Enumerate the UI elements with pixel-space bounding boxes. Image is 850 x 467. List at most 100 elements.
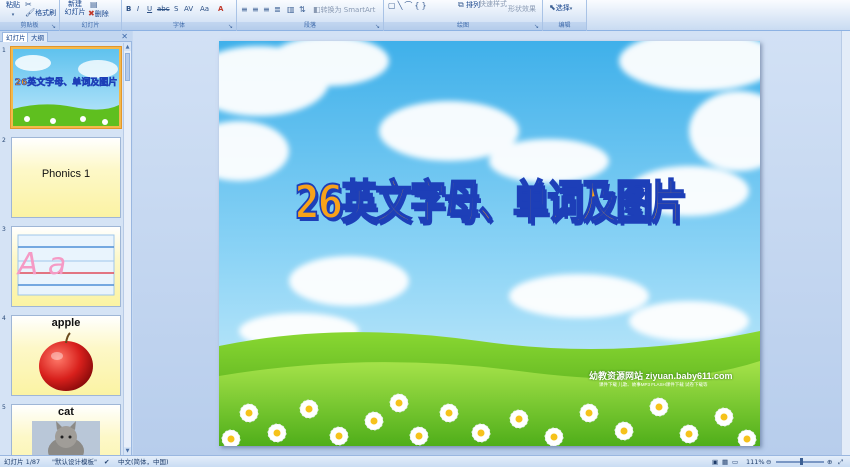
convert-smartart-button[interactable]: ◧转换为 SmartArt <box>313 5 375 15</box>
align-left-button[interactable]: ≡ <box>241 5 248 15</box>
smartart-icon: ◧ <box>313 5 321 14</box>
fit-to-window-icon[interactable]: ⤢ <box>838 456 843 467</box>
shape-effects-label: 形状效果 <box>508 5 536 13</box>
paragraph-group-label: 段落 <box>237 22 383 30</box>
strike-button[interactable]: abc <box>157 5 170 14</box>
shape-effects-button[interactable]: 形状效果 <box>508 5 536 14</box>
shape-arc-icon: ⌒ <box>404 1 415 10</box>
panel-scrollbar[interactable]: ▲ ▼ <box>123 43 131 455</box>
view-slideshow-icon[interactable]: ▭ <box>732 456 738 467</box>
arrange-button[interactable]: ⧉ 排列 <box>458 0 480 10</box>
paste-button[interactable]: 粘贴 ▾ <box>4 1 22 20</box>
italic-button[interactable]: I <box>137 5 139 14</box>
columns-button[interactable]: ▥ <box>287 5 295 15</box>
font-dialog-launcher-icon[interactable]: ↘ <box>228 24 234 30</box>
slide-counter: 幻灯片 1/87 <box>4 458 41 466</box>
scroll-down-icon[interactable]: ▼ <box>124 447 131 455</box>
view-normal-icon[interactable]: ▣ <box>712 456 718 467</box>
char-spacing-button[interactable]: AV <box>184 5 193 14</box>
thumbnail-list: 1 26英文字母、单词及图片 2 Phonics 1 3 A a 4 apple… <box>0 43 124 455</box>
new-slide-label-2: 幻灯片 <box>64 8 86 16</box>
thumbnail-number: 4 <box>2 315 6 322</box>
change-case-button[interactable]: Aa <box>200 5 209 14</box>
zoom-slider-thumb[interactable] <box>800 458 803 465</box>
slide-title[interactable]: 26英文字母、单词及图片 <box>279 166 701 232</box>
watermark-sub: 课件下载 儿歌、故事MP3 FLASH课件下载 试卷下载等 <box>599 382 708 387</box>
scroll-up-icon[interactable]: ▲ <box>124 43 131 51</box>
justify-icon: ≣ <box>274 5 281 14</box>
view-sorter-icon[interactable]: ▦ <box>722 456 728 467</box>
align-right-button[interactable]: ≡ <box>263 5 270 15</box>
paragraph-group: ≡ ≡ ≡ ≣ ▥ ⇅ ◧转换为 SmartArt 段落 ↘ <box>237 0 384 31</box>
ribbon: 粘贴 ▾ ✂ 🖌格式刷 剪贴板 ↘ 新建 幻灯片 ▤ ✖删除 幻灯片 B I U… <box>0 0 850 31</box>
template-name: "默认设计模板" <box>52 458 97 466</box>
slides-panel: 幻灯片 大纲 ✕ 1 26英文字母、单词及图片 2 Phonics 1 3 A … <box>0 31 132 455</box>
new-slide-label-1: 新建 <box>68 0 82 8</box>
new-slide-button[interactable]: 新建 幻灯片 <box>63 0 87 16</box>
thumbnail-slide-4[interactable]: apple <box>11 315 121 396</box>
tab-slides[interactable]: 幻灯片 <box>2 32 30 42</box>
thumbnail-slide-1[interactable]: 26英文字母、单词及图片 <box>11 47 121 128</box>
quick-styles-button[interactable]: 快速样式 <box>479 0 507 9</box>
scrollbar-thumb[interactable] <box>125 53 130 81</box>
cursor-icon: ⬉ <box>549 3 556 12</box>
font-group-label: 字体 <box>122 22 236 30</box>
font-color-button[interactable]: A <box>218 5 223 14</box>
thumbnail-3-text: A a <box>16 247 66 282</box>
layout-icon: ▤ <box>90 0 98 9</box>
text-direction-button[interactable]: ⇅ <box>299 5 306 15</box>
font-group: B I U abc S AV Aa A 字体 ↘ <box>122 0 237 31</box>
workspace-scrollbar[interactable] <box>841 31 850 455</box>
thumbnail-slide-2[interactable]: Phonics 1 <box>11 137 121 218</box>
thumbnail-1-title: 26英文字母、单词及图片 <box>15 76 118 88</box>
shape-brace-icon: { <box>414 1 422 10</box>
thumbnail-2-text: Phonics 1 <box>41 168 91 180</box>
shadow-button[interactable]: S <box>174 5 178 14</box>
delete-slide-button[interactable]: ✖删除 <box>88 9 109 19</box>
align-center-button[interactable]: ≡ <box>252 5 259 15</box>
align-center-icon: ≡ <box>252 5 259 14</box>
watermark-main: 幼教资源网站 ziyuan.baby611.com <box>589 371 733 381</box>
clipboard-group: 粘贴 ▾ ✂ 🖌格式刷 剪贴板 ↘ <box>0 0 60 31</box>
smartart-label: 转换为 SmartArt <box>320 6 376 14</box>
paragraph-dialog-launcher-icon[interactable]: ↘ <box>375 24 381 30</box>
zoom-out-icon[interactable]: ⊖ <box>766 456 771 467</box>
thumbnail-slide-3[interactable]: A a <box>11 226 121 307</box>
spellcheck-icon[interactable]: ✔ <box>104 456 109 467</box>
drawing-dialog-launcher-icon[interactable]: ↘ <box>534 24 540 30</box>
quick-styles-label: 快速样式 <box>479 0 507 8</box>
arrange-icon: ⧉ <box>458 0 464 9</box>
chevron-down-icon: ▾ <box>569 6 573 12</box>
shape-brace-close-icon: } <box>421 1 429 10</box>
slides-group-label: 幻灯片 <box>60 22 121 30</box>
shapes-gallery[interactable]: ▢╲⌒{} <box>388 1 429 10</box>
drawing-group: ▢╲⌒{} ⧉ 排列 快速样式 形状效果 绘图 ↘ <box>384 0 543 31</box>
justify-button[interactable]: ≣ <box>274 5 281 15</box>
cat-image <box>32 421 100 455</box>
bold-button[interactable]: B <box>126 5 131 14</box>
thumbnail-3-image: A a <box>16 234 115 296</box>
zoom-level[interactable]: 111% <box>746 456 765 467</box>
thumbnail-number: 2 <box>2 137 6 144</box>
delete-label: 删除 <box>94 10 109 18</box>
format-painter-button[interactable]: 🖌格式刷 <box>25 8 56 18</box>
language-indicator: 中文(简体，中国) <box>118 458 169 466</box>
thumbnail-slide-5[interactable]: cat <box>11 404 121 455</box>
delete-icon: ✖ <box>88 9 95 18</box>
tab-outline[interactable]: 大纲 <box>27 32 48 42</box>
select-button[interactable]: ⬉选择▾ <box>549 3 572 14</box>
select-label: 选择 <box>555 4 570 12</box>
dialog-launcher-icon[interactable]: ↘ <box>51 24 57 30</box>
panel-tabs: 幻灯片 大纲 ✕ <box>0 31 132 42</box>
close-icon[interactable]: ✕ <box>121 31 128 42</box>
thumbnail-number: 1 <box>2 47 6 54</box>
align-right-icon: ≡ <box>263 5 270 14</box>
editing-group-label: 编辑 <box>543 22 586 30</box>
align-left-icon: ≡ <box>241 5 248 14</box>
underline-button[interactable]: U <box>147 5 152 14</box>
thumbnail-number: 5 <box>2 404 6 411</box>
text-direction-icon: ⇅ <box>299 5 306 14</box>
zoom-in-icon[interactable]: ⊕ <box>827 456 832 467</box>
columns-icon: ▥ <box>287 5 295 14</box>
slide-canvas[interactable]: 26英文字母、单词及图片 幼教资源网站 ziyuan.baby611.com 课… <box>219 41 760 446</box>
